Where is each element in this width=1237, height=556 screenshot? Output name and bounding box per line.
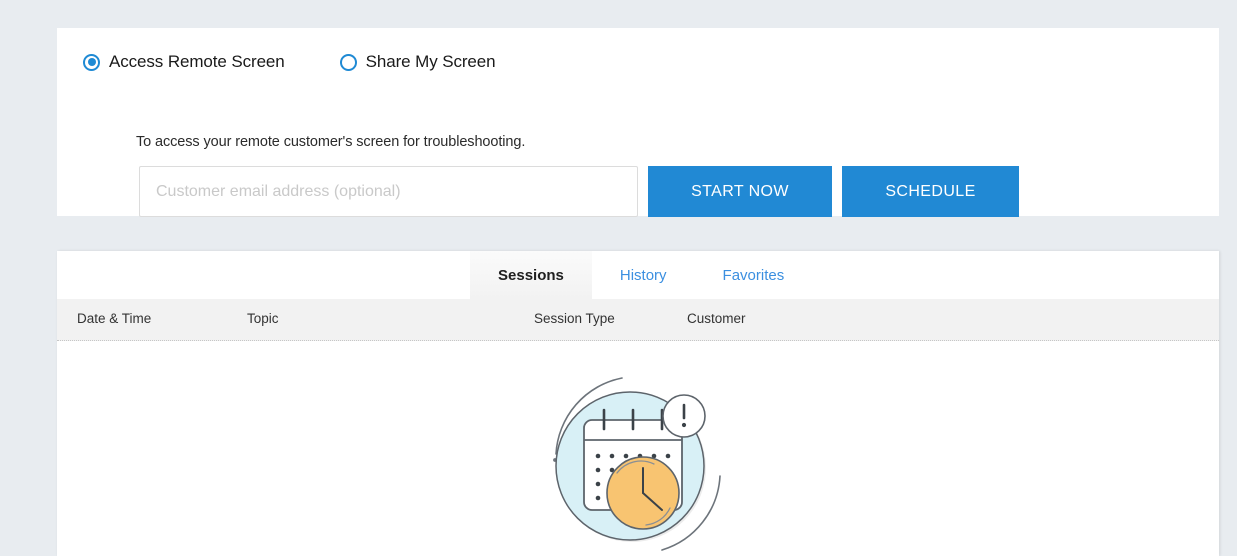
tab-sessions[interactable]: Sessions [470, 251, 592, 299]
column-header-date-time: Date & Time [77, 311, 152, 326]
schedule-button[interactable]: SCHEDULE [842, 166, 1019, 217]
session-mode-radio-group: Access Remote Screen Share My Screen [83, 52, 496, 72]
tab-favorites[interactable]: Favorites [695, 251, 813, 299]
sessions-tab-bar: Sessions History Favorites [57, 251, 1219, 299]
radio-option-share-my-screen[interactable]: Share My Screen [339, 52, 496, 72]
radio-label-share-my-screen: Share My Screen [365, 52, 496, 71]
column-header-session-type: Session Type [534, 311, 615, 326]
connection-action-row: START NOW SCHEDULE [139, 166, 1019, 217]
sessions-table-body [57, 341, 1219, 556]
radio-icon-selected[interactable] [83, 53, 100, 71]
column-header-customer: Customer [687, 311, 746, 326]
radio-label-access-remote-screen: Access Remote Screen [109, 52, 285, 71]
connection-card: Access Remote Screen Share My Screen To … [57, 28, 1219, 217]
connection-hint-text: To access your remote customer's screen … [136, 134, 526, 150]
sessions-table-header: Date & Time Topic Session Type Customer [57, 299, 1219, 341]
customer-email-input[interactable] [139, 166, 638, 217]
start-now-button[interactable]: START NOW [648, 166, 832, 217]
radio-icon-unselected[interactable] [339, 53, 357, 71]
sessions-card: Sessions History Favorites Date & Time T… [57, 251, 1219, 556]
tab-history[interactable]: History [592, 251, 695, 299]
empty-state-illustration [542, 368, 734, 556]
column-header-topic: Topic [247, 311, 279, 326]
radio-option-access-remote-screen[interactable]: Access Remote Screen [83, 52, 285, 72]
